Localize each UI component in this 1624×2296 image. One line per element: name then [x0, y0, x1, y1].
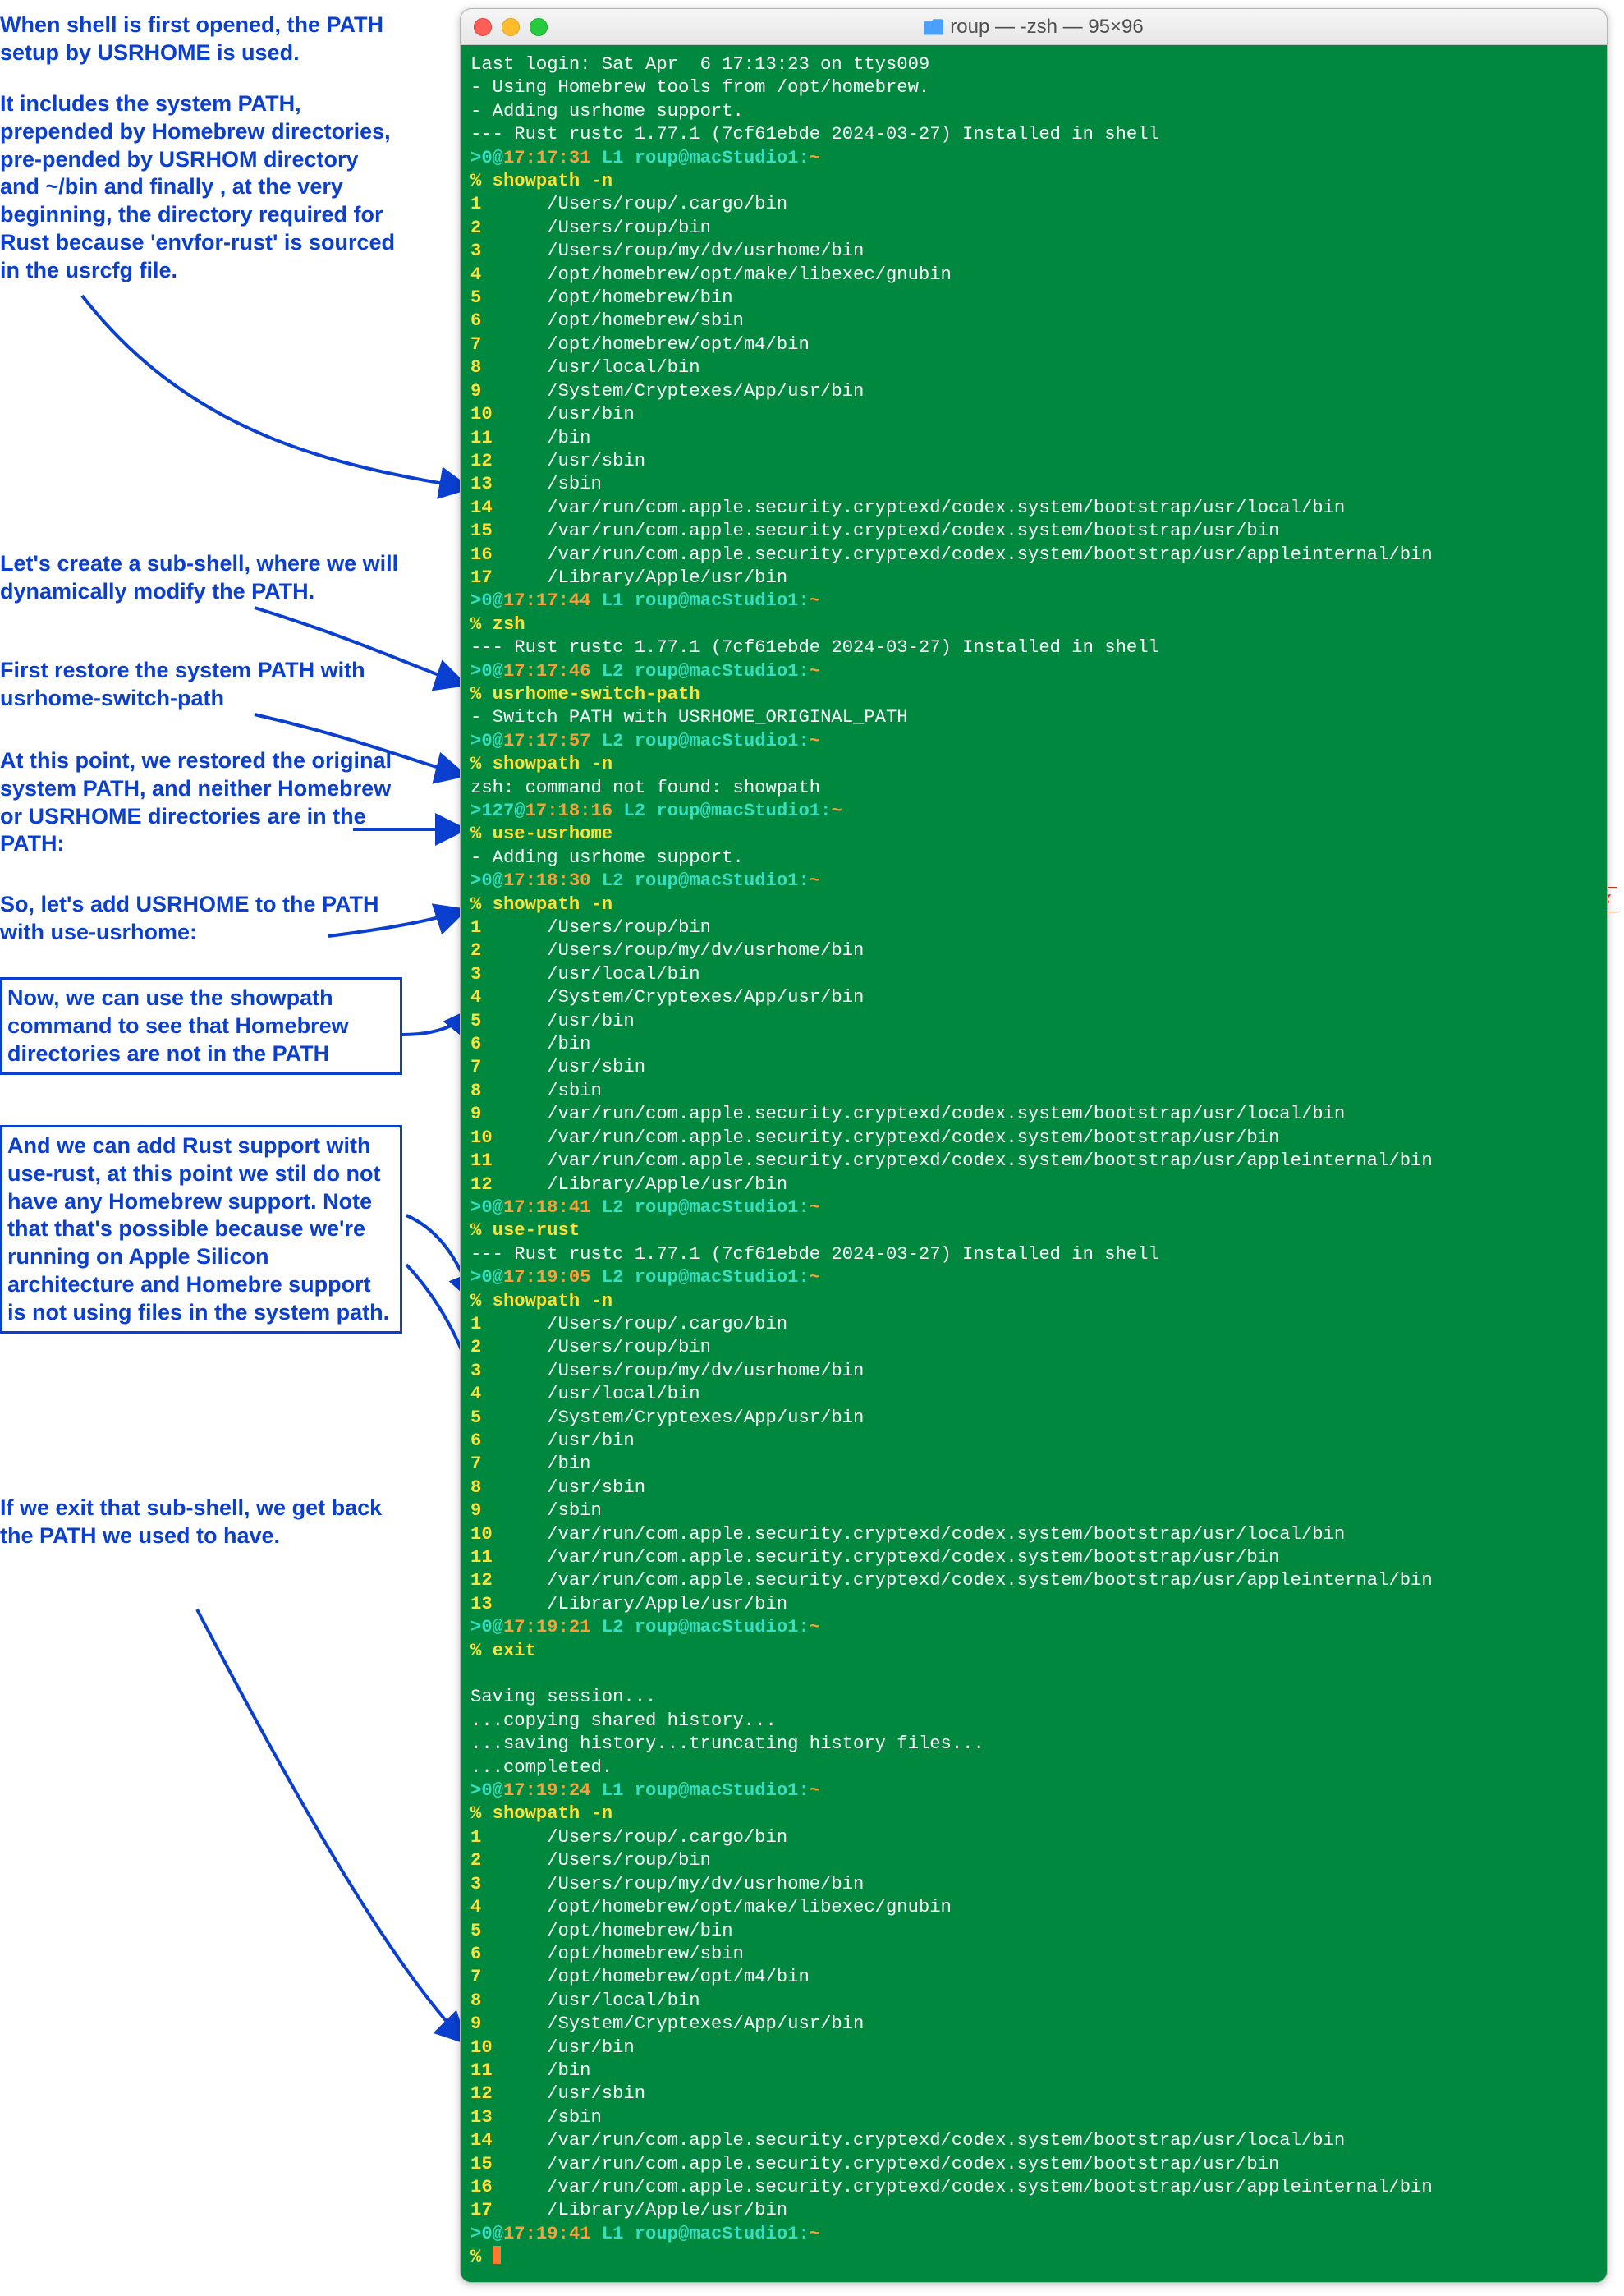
- prompt-line-4: >0@17:17:57 L2 roup@macStudio1:~: [470, 731, 820, 751]
- terminal-body[interactable]: Last login: Sat Apr 6 17:13:23 on ttys00…: [461, 45, 1607, 2280]
- window-titlebar: roup — -zsh — 95×96: [461, 9, 1607, 45]
- cmd-zsh: zsh: [493, 614, 525, 635]
- usr-line: - Adding usrhome support.: [470, 101, 744, 122]
- prompt-line-7: >0@17:18:41 L2 roup@macStudio1:~: [470, 1197, 820, 1218]
- prompt-line-10: >0@17:19:24 L1 roup@macStudio1:~: [470, 1780, 820, 1801]
- path-list-1: 1 /Users/roup/.cargo/bin 2 /Users/roup/b…: [470, 194, 1433, 588]
- annotation-restore: First restore the system PATH with usrho…: [0, 657, 402, 713]
- annotation-showpath-box: Now, we can use the showpath command to …: [0, 977, 402, 1075]
- save-1: Saving session...: [470, 1687, 656, 1707]
- prompt-line-5: >127@17:18:16 L2 roup@macStudio1:~: [470, 801, 842, 821]
- folder-icon: [924, 19, 943, 35]
- rust-line-3: --- Rust rustc 1.77.1 (7cf61ebde 2024-03…: [470, 1244, 1159, 1265]
- login-line: Last login: Sat Apr 6 17:13:23 on ttys00…: [470, 54, 929, 75]
- prompt-line-6: >0@17:18:30 L2 roup@macStudio1:~: [470, 870, 820, 891]
- prompt-sym: %: [470, 171, 493, 191]
- cmd-showpath-2: showpath -n: [493, 754, 612, 774]
- switch-msg: - Switch PATH with USRHOME_ORIGINAL_PATH: [470, 707, 908, 728]
- annotation-initial-path-b: It includes the system PATH, prepended b…: [0, 90, 402, 284]
- prompt-line-8: >0@17:19:05 L2 roup@macStudio1:~: [470, 1267, 820, 1288]
- path-list-2: 1 /Users/roup/bin 2 /Users/roup/my/dv/us…: [470, 917, 1433, 1194]
- terminal-window: roup — -zsh — 95×96 Last login: Sat Apr …: [460, 8, 1608, 2283]
- rust-line-2: --- Rust rustc 1.77.1 (7cf61ebde 2024-03…: [470, 637, 1159, 658]
- annotation-exit: If we exit that sub-shell, we get back t…: [0, 1495, 402, 1550]
- window-title: roup — -zsh — 95×96: [950, 16, 1143, 39]
- notfound-line: zsh: command not found: showpath: [470, 778, 820, 798]
- save-4: ...completed.: [470, 1757, 612, 1778]
- cmd-use-rust: use-rust: [493, 1220, 580, 1241]
- prompt-line-9: >0@17:19:21 L2 roup@macStudio1:~: [470, 1617, 820, 1637]
- usr-line-2: - Adding usrhome support.: [470, 847, 744, 868]
- prompt-line-2: >0@17:17:44 L1 roup@macStudio1:~: [470, 590, 820, 611]
- cmd-switch: usrhome-switch-path: [493, 684, 700, 705]
- annotation-use-rust-box: And we can add Rust support with use-rus…: [0, 1125, 402, 1334]
- cmd-showpath-1: showpath -n: [493, 171, 612, 191]
- hb-line: - Using Homebrew tools from /opt/homebre…: [470, 77, 929, 98]
- cmd-showpath-4: showpath -n: [493, 1291, 612, 1311]
- annotation-restored-state: At this point, we restored the original …: [0, 747, 402, 858]
- annotation-subshell: Let's create a sub-shell, where we will …: [0, 550, 402, 606]
- save-3: ...saving history...truncating history f…: [470, 1733, 984, 1754]
- annotation-add-usrhome: So, let's add USRHOME to the PATH with u…: [0, 891, 402, 947]
- prompt-line-3: >0@17:17:46 L2 roup@macStudio1:~: [470, 661, 820, 682]
- rust-line-1: --- Rust rustc 1.77.1 (7cf61ebde 2024-03…: [470, 124, 1159, 145]
- cmd-use-usrhome: use-usrhome: [493, 824, 612, 844]
- annotation-initial-path-a: When shell is first opened, the PATH set…: [0, 11, 402, 67]
- cmd-showpath-3: showpath -n: [493, 894, 612, 915]
- cursor: [493, 2246, 501, 2264]
- prompt-line-1: >0@17:17:31 L1 roup@macStudio1:~: [470, 148, 820, 168]
- cmd-exit: exit: [493, 1641, 536, 1661]
- path-list-3: 1 /Users/roup/.cargo/bin 2 /Users/roup/b…: [470, 1314, 1433, 1614]
- save-2: ...copying shared history...: [470, 1711, 777, 1731]
- prompt-line-11: >0@17:19:41 L1 roup@macStudio1:~: [470, 2224, 820, 2244]
- path-list-4: 1 /Users/roup/.cargo/bin 2 /Users/roup/b…: [470, 1827, 1433, 2221]
- cmd-showpath-5: showpath -n: [493, 1803, 612, 1824]
